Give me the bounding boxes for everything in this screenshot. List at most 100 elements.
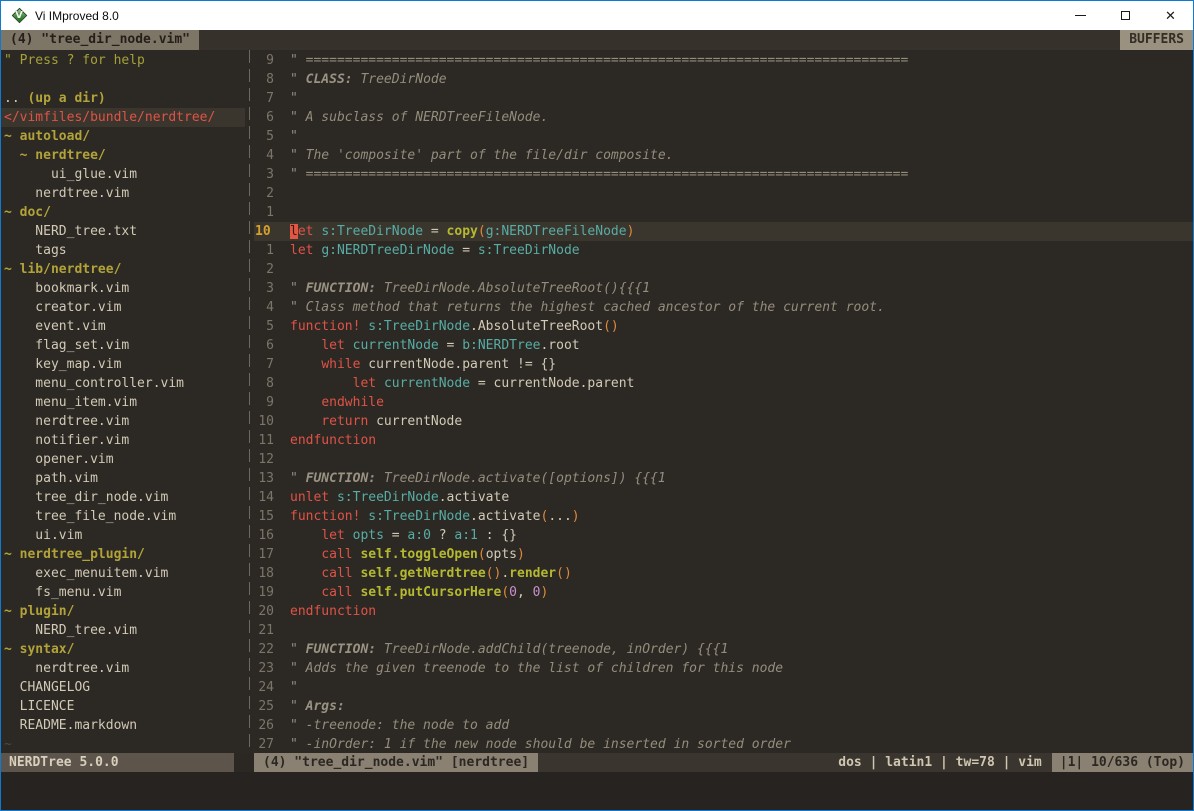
code-line[interactable]: 8 let currentNode = currentNode.parent xyxy=(254,374,1193,393)
line-number: 20 xyxy=(254,602,290,621)
code-line[interactable]: 12 xyxy=(254,450,1193,469)
main-area: " Press ? for help.. (up a dir)</vimfile… xyxy=(1,50,1193,753)
minimize-button[interactable] xyxy=(1058,1,1103,30)
code-line[interactable]: 4" The 'composite' part of the file/dir … xyxy=(254,146,1193,165)
code-line[interactable]: 5function! s:TreeDirNode.AbsoluteTreeRoo… xyxy=(254,317,1193,336)
line-number: 22 xyxy=(254,640,290,659)
tree-item-NERD_tree.vim[interactable]: NERD_tree.vim xyxy=(1,621,245,640)
tree-item-up-a-dir[interactable]: .. (up a dir) xyxy=(1,89,245,108)
line-number: 23 xyxy=(254,659,290,678)
code-line[interactable]: 6 let currentNode = b:NERDTree.root xyxy=(254,336,1193,355)
code-line[interactable]: 8" CLASS: TreeDirNode xyxy=(254,70,1193,89)
code-line[interactable]: 7" xyxy=(254,89,1193,108)
code-line[interactable]: 23" Adds the given treenode to the list … xyxy=(254,659,1193,678)
line-number: 2 xyxy=(254,184,290,203)
code-line[interactable]: 3" =====================================… xyxy=(254,165,1193,184)
line-number: 2 xyxy=(254,260,290,279)
code-line[interactable]: 9 endwhile xyxy=(254,393,1193,412)
tree-item-doc[interactable]: ~ doc/ xyxy=(1,203,245,222)
line-number: 4 xyxy=(254,146,290,165)
code-line[interactable]: 14unlet s:TreeDirNode.activate xyxy=(254,488,1193,507)
code-line[interactable]: 17 call self.toggleOpen(opts) xyxy=(254,545,1193,564)
code-line[interactable]: 4" Class method that returns the highest… xyxy=(254,298,1193,317)
tree-item-bookmark.vim[interactable]: bookmark.vim xyxy=(1,279,245,298)
code-line-current[interactable]: 10let s:TreeDirNode = copy(g:NERDTreeFil… xyxy=(254,222,1193,241)
code-line[interactable]: 18 call self.getNerdtree().render() xyxy=(254,564,1193,583)
tree-item-autoload-nerdtree[interactable]: ~ nerdtree/ xyxy=(1,146,245,165)
code-line[interactable]: 6" A subclass of NERDTreeFileNode. xyxy=(254,108,1193,127)
close-button[interactable]: ✕ xyxy=(1148,1,1193,30)
tree-item-ui.vim[interactable]: ui.vim xyxy=(1,526,245,545)
code-line[interactable]: 27" -inOrder: 1 if the new node should b… xyxy=(254,735,1193,754)
code-line[interactable]: 24" xyxy=(254,678,1193,697)
tab-line: (4) "tree_dir_node.vim" BUFFERS xyxy=(1,30,1193,50)
code-line[interactable]: 11endfunction xyxy=(254,431,1193,450)
code-text: call self.toggleOpen(opts) xyxy=(290,545,525,564)
code-line[interactable]: 1 xyxy=(254,203,1193,222)
line-number: 8 xyxy=(254,70,290,89)
line-number: 15 xyxy=(254,507,290,526)
tree-item-menu_controller.vim[interactable]: menu_controller.vim xyxy=(1,374,245,393)
code-line[interactable]: 7 while currentNode.parent != {} xyxy=(254,355,1193,374)
tree-item-flag_set.vim[interactable]: flag_set.vim xyxy=(1,336,245,355)
code-line[interactable]: 26" -treenode: the node to add xyxy=(254,716,1193,735)
line-number: 7 xyxy=(254,355,290,374)
tree-item-opener.vim[interactable]: opener.vim xyxy=(1,450,245,469)
tree-item-plugin[interactable]: ~ plugin/ xyxy=(1,602,245,621)
code-line[interactable]: 20endfunction xyxy=(254,602,1193,621)
code-line[interactable]: 5" xyxy=(254,127,1193,146)
status-flags: dos | latin1 | tw=78 | vim xyxy=(838,755,1042,770)
tree-item-syntax-nerdtree.vim[interactable]: nerdtree.vim xyxy=(1,659,245,678)
tree-item-lib-nerdtree.vim[interactable]: nerdtree.vim xyxy=(1,412,245,431)
status-fill: dos | latin1 | tw=78 | vim xyxy=(538,753,1052,772)
code-line[interactable]: 3" FUNCTION: TreeDirNode.AbsoluteTreeRoo… xyxy=(254,279,1193,298)
tree-item-event.vim[interactable]: event.vim xyxy=(1,317,245,336)
tree-item-LICENCE[interactable]: LICENCE xyxy=(1,697,245,716)
tree-item-lib-nerdtree[interactable]: ~ lib/nerdtree/ xyxy=(1,260,245,279)
line-number: 9 xyxy=(254,51,290,70)
tree-item-tree_file_node.vim[interactable]: tree_file_node.vim xyxy=(1,507,245,526)
code-line[interactable]: 19 call self.putCursorHere(0, 0) xyxy=(254,583,1193,602)
code-line[interactable]: 22" FUNCTION: TreeDirNode.addChild(treen… xyxy=(254,640,1193,659)
code-text: let currentNode = currentNode.parent xyxy=(290,374,634,393)
command-line[interactable] xyxy=(1,772,1193,810)
tree-item-key_map.vim[interactable]: key_map.vim xyxy=(1,355,245,374)
tree-item-notifier.vim[interactable]: notifier.vim xyxy=(1,431,245,450)
maximize-button[interactable] xyxy=(1103,1,1148,30)
tree-item-autoload[interactable]: ~ autoload/ xyxy=(1,127,245,146)
tree-item-README.markdown[interactable]: README.markdown xyxy=(1,716,245,735)
code-line[interactable]: 21 xyxy=(254,621,1193,640)
status-gap xyxy=(234,753,254,772)
line-number: 19 xyxy=(254,583,290,602)
tree-item-creator.vim[interactable]: creator.vim xyxy=(1,298,245,317)
tree-item-exec_menuitem.vim[interactable]: exec_menuitem.vim xyxy=(1,564,245,583)
code-line[interactable]: 25" Args: xyxy=(254,697,1193,716)
code-line[interactable]: 16 let opts = a:0 ? a:1 : {} xyxy=(254,526,1193,545)
code-line[interactable]: 2 xyxy=(254,184,1193,203)
code-line[interactable]: 2 xyxy=(254,260,1193,279)
code-text: " -treenode: the node to add xyxy=(290,716,509,735)
code-text: endfunction xyxy=(290,602,376,621)
code-line[interactable]: 10 return currentNode xyxy=(254,412,1193,431)
tree-item-syntax[interactable]: ~ syntax/ xyxy=(1,640,245,659)
tree-item-CHANGELOG[interactable]: CHANGELOG xyxy=(1,678,245,697)
tree-item-path.vim[interactable]: path.vim xyxy=(1,469,245,488)
tree-item-autoload-nerdtree.vim[interactable]: nerdtree.vim xyxy=(1,184,245,203)
tree-item-ui_glue.vim[interactable]: ui_glue.vim xyxy=(1,165,245,184)
tree-item-nerdtree_plugin[interactable]: ~ nerdtree_plugin/ xyxy=(1,545,245,564)
code-text: let currentNode = b:NERDTree.root xyxy=(290,336,580,355)
code-line[interactable]: 1let g:NERDTreeDirNode = s:TreeDirNode xyxy=(254,241,1193,260)
tree-item-tree_dir_node.vim[interactable]: tree_dir_node.vim xyxy=(1,488,245,507)
code-line[interactable]: 15function! s:TreeDirNode.activate(...) xyxy=(254,507,1193,526)
tree-item-root-path[interactable]: </vimfiles/bundle/nerdtree/ xyxy=(1,108,245,127)
code-line[interactable]: 9" =====================================… xyxy=(254,51,1193,70)
tree-item-menu_item.vim[interactable]: menu_item.vim xyxy=(1,393,245,412)
tree-item-tags[interactable]: tags xyxy=(1,241,245,260)
code-line[interactable]: 13" FUNCTION: TreeDirNode.activate([opti… xyxy=(254,469,1193,488)
tree-item-NERD_tree.txt[interactable]: NERD_tree.txt xyxy=(1,222,245,241)
code-text: endfunction xyxy=(290,431,376,450)
nerdtree-status: NERDTree 5.0.0 xyxy=(1,753,234,772)
tree-item-fs_menu.vim[interactable]: fs_menu.vim xyxy=(1,583,245,602)
window-separator[interactable] xyxy=(245,50,254,753)
tab-tree-dir-node[interactable]: (4) "tree_dir_node.vim" xyxy=(1,30,199,50)
